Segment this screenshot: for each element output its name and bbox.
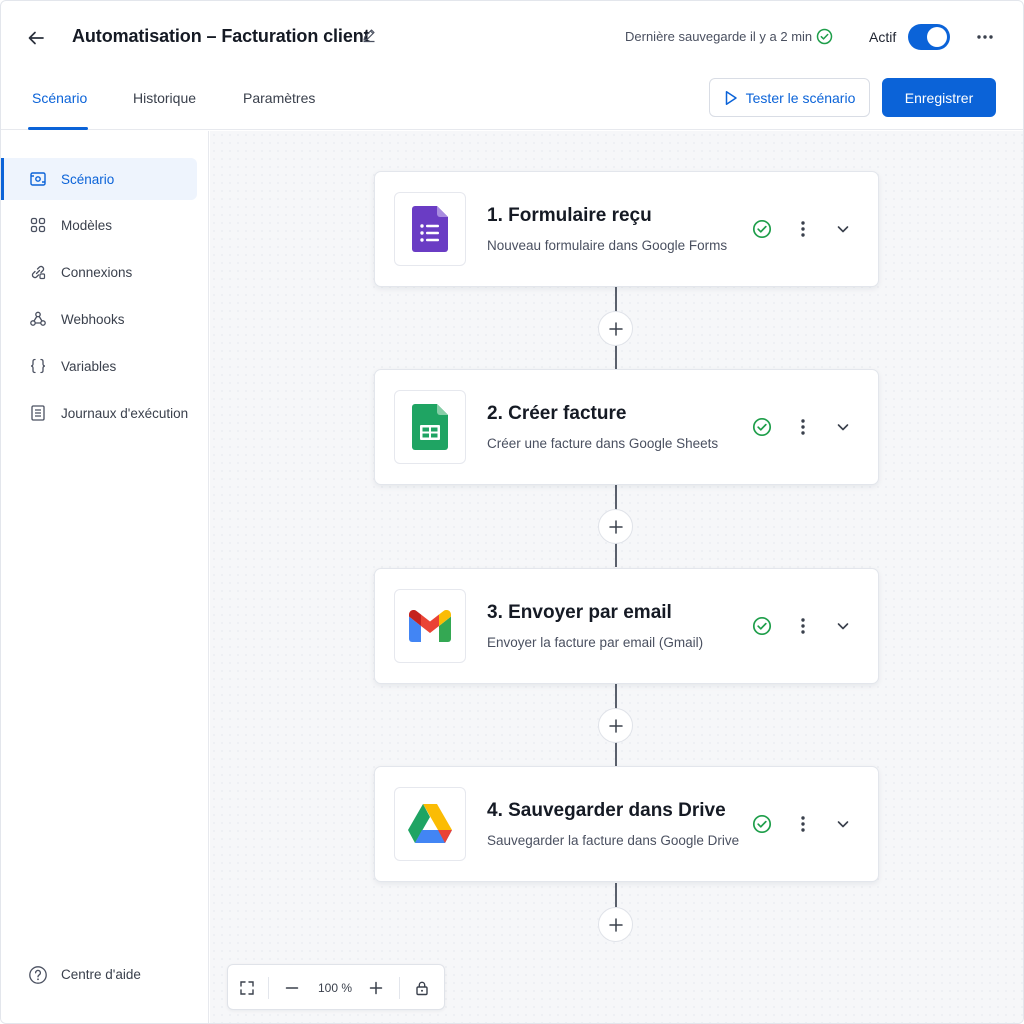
step-description: Envoyer la facture par email (Gmail): [487, 635, 704, 650]
check-circle-icon: [752, 219, 772, 239]
google-drive-icon: [394, 787, 466, 861]
check-circle-icon: [816, 28, 833, 45]
check-circle-icon: [752, 814, 772, 834]
step-card-send-email[interactable]: 3. Envoyer par email Envoyer la facture …: [374, 568, 879, 684]
webhook-icon: [28, 309, 48, 329]
sidebar-item-variables[interactable]: Variables: [3, 345, 197, 387]
more-vertical-icon[interactable]: [795, 616, 811, 636]
save-status-text: Dernière sauvegarde il y a 2 min: [625, 29, 813, 44]
add-step-button[interactable]: [598, 311, 633, 346]
more-horizontal-icon[interactable]: [975, 28, 995, 46]
tab-history[interactable]: Historique: [133, 90, 196, 106]
chevron-down-icon[interactable]: [834, 617, 852, 635]
plus-icon: [608, 917, 623, 932]
sidebar-item-models[interactable]: Modèles: [3, 204, 197, 246]
step-card-create-invoice[interactable]: 2. Créer facture Créer une facture dans …: [374, 369, 879, 485]
sidebar-item-execution-logs[interactable]: Journaux d'exécution: [3, 392, 197, 434]
tab-bar: Scénario Historique Paramètres Tester le…: [1, 73, 1023, 130]
sidebar-item-label: Journaux d'exécution: [61, 405, 189, 421]
step-description: Nouveau formulaire dans Google Forms: [487, 238, 728, 253]
link-icon: [28, 262, 48, 282]
more-vertical-icon[interactable]: [795, 814, 811, 834]
step-card-form-received[interactable]: 1. Formulaire reçu Nouveau formulaire da…: [374, 171, 879, 287]
log-icon: [28, 403, 48, 423]
chevron-down-icon[interactable]: [834, 220, 852, 238]
zoom-level: 100 %: [318, 981, 353, 995]
help-icon: [28, 965, 48, 985]
check-circle-icon: [752, 417, 772, 437]
test-scenario-label: Tester le scénario: [745, 89, 856, 106]
tab-settings[interactable]: Paramètres: [243, 90, 315, 106]
sidebar-item-label: Variables: [61, 358, 117, 374]
sidebar-item-label: Connexions: [61, 264, 133, 280]
app-window: Automatisation – Facturation client Dern…: [0, 0, 1024, 1024]
step-card-save-drive[interactable]: 4. Sauvegarder dans Drive Sauvegarder la…: [374, 766, 879, 882]
plus-icon: [608, 321, 623, 336]
fit-screen-icon[interactable]: [237, 978, 257, 998]
sidebar-item-scenario[interactable]: Scénario: [1, 158, 197, 200]
zoom-in-icon[interactable]: [366, 978, 386, 998]
connector-line: [615, 883, 617, 907]
help-center-label: Centre d'aide: [61, 967, 141, 982]
top-bar: Automatisation – Facturation client Dern…: [1, 1, 1023, 73]
step-title: 1. Formulaire reçu: [487, 205, 652, 226]
sidebar-item-webhooks[interactable]: Webhooks: [3, 298, 197, 340]
page-title: Automatisation – Facturation client: [72, 26, 370, 46]
divider: [268, 977, 269, 999]
gmail-icon: [394, 589, 466, 663]
plus-icon: [608, 519, 623, 534]
more-vertical-icon[interactable]: [795, 417, 811, 437]
plus-icon: [608, 718, 623, 733]
active-label: Actif: [869, 29, 897, 45]
chevron-down-icon[interactable]: [834, 815, 852, 833]
help-center-link[interactable]: Centre d'aide: [3, 963, 197, 987]
lock-icon[interactable]: [412, 978, 432, 998]
google-forms-icon: [394, 192, 466, 266]
zoom-controls: 100 %: [227, 964, 445, 1010]
toggle-knob: [927, 27, 947, 47]
step-title: 3. Envoyer par email: [487, 602, 672, 623]
step-description: Créer une facture dans Google Sheets: [487, 436, 719, 451]
active-tab-indicator: [28, 127, 88, 130]
active-toggle[interactable]: [908, 24, 950, 50]
braces-icon: [28, 356, 48, 376]
sidebar-item-connections[interactable]: Connexions: [3, 251, 197, 293]
sidebar-item-label: Scénario: [61, 171, 115, 187]
scenario-icon: [28, 169, 48, 189]
step-description: Sauvegarder la facture dans Google Drive: [487, 833, 740, 848]
play-icon: [724, 90, 738, 106]
step-title: 2. Créer facture: [487, 403, 627, 424]
more-vertical-icon[interactable]: [795, 219, 811, 239]
add-step-button[interactable]: [598, 907, 633, 942]
sidebar: Scénario Modèles Connexions Webhooks Var…: [1, 131, 209, 1023]
save-button[interactable]: Enregistrer: [882, 78, 996, 117]
pencil-icon[interactable]: [361, 27, 379, 45]
divider: [399, 977, 400, 999]
sidebar-item-label: Webhooks: [61, 311, 125, 327]
test-scenario-button[interactable]: Tester le scénario: [709, 78, 870, 117]
sidebar-item-label: Modèles: [61, 217, 113, 233]
zoom-out-icon[interactable]: [282, 978, 302, 998]
google-sheets-icon: [394, 390, 466, 464]
back-arrow-icon[interactable]: [23, 25, 49, 51]
add-step-button[interactable]: [598, 509, 633, 544]
grid-icon: [28, 215, 48, 235]
chevron-down-icon[interactable]: [834, 418, 852, 436]
tab-scenario[interactable]: Scénario: [32, 90, 87, 106]
check-circle-icon: [752, 616, 772, 636]
add-step-button[interactable]: [598, 708, 633, 743]
step-title: 4. Sauvegarder dans Drive: [487, 800, 726, 821]
